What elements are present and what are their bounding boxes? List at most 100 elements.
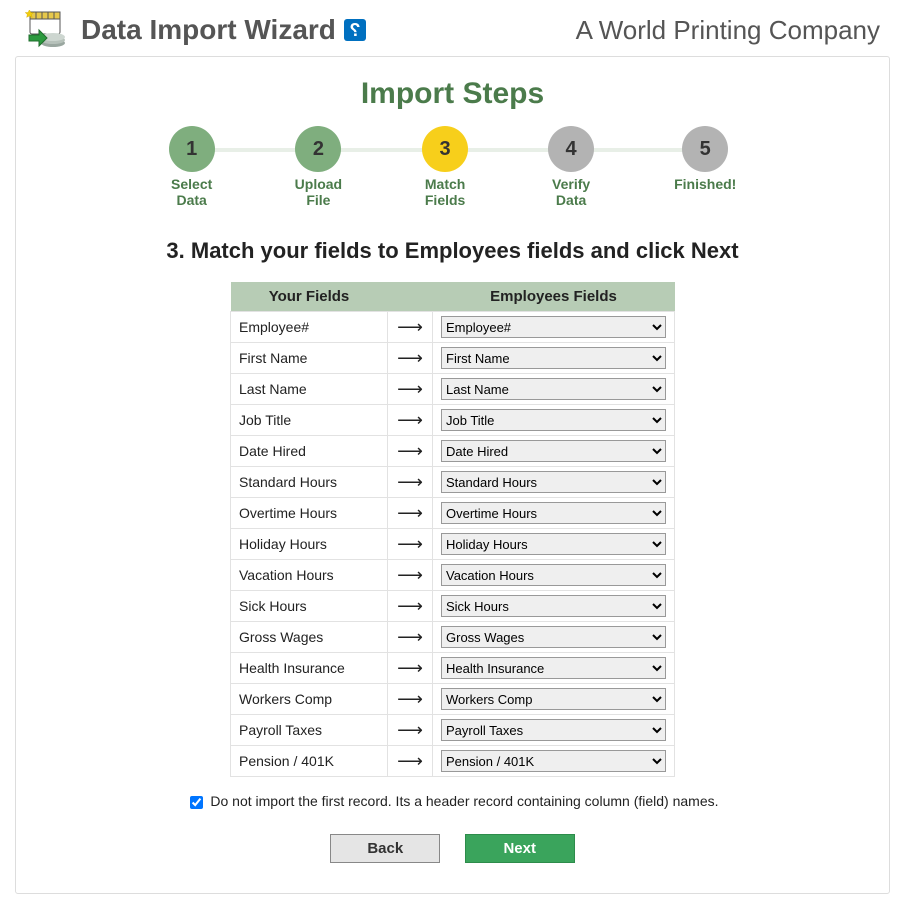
target-field-select[interactable]: First Name xyxy=(441,347,666,369)
table-row: Sick Hours⟶Sick Hours xyxy=(231,591,675,622)
your-field-cell: Standard Hours xyxy=(231,467,388,498)
target-field-cell: Sick Hours xyxy=(433,591,675,622)
your-field-cell: Overtime Hours xyxy=(231,498,388,529)
step-label: Match Fields xyxy=(422,176,468,208)
target-field-select[interactable]: Holiday Hours xyxy=(441,533,666,555)
target-field-select[interactable]: Date Hired xyxy=(441,440,666,462)
step-label: Select Data xyxy=(169,176,215,208)
steps-bar: 1 Select Data 2 Upload File 3 Match Fields 4 Ve… xyxy=(46,126,859,208)
target-field-select[interactable]: Pension / 401K xyxy=(441,750,666,772)
step-4: 4 Verify Data xyxy=(548,126,594,208)
target-field-cell: Last Name xyxy=(433,374,675,405)
target-field-select[interactable]: Gross Wages xyxy=(441,626,666,648)
target-field-select[interactable]: Sick Hours xyxy=(441,595,666,617)
target-field-select[interactable]: Job Title xyxy=(441,409,666,431)
your-field-cell: Pension / 401K xyxy=(231,746,388,777)
arrow-icon: ⟶ xyxy=(388,591,433,622)
app-title: Data Import Wizard xyxy=(81,14,336,46)
help-icon[interactable]: ? xyxy=(344,19,366,41)
target-field-cell: Job Title xyxy=(433,405,675,436)
arrow-icon: ⟶ xyxy=(388,684,433,715)
step-3: 3 Match Fields xyxy=(422,126,468,208)
your-field-cell: First Name xyxy=(231,343,388,374)
section-title: 3. Match your fields to Employees fields… xyxy=(46,238,859,264)
target-field-cell: Health Insurance xyxy=(433,653,675,684)
field-mapping-table: Your Fields Employees Fields Employee#⟶E… xyxy=(230,282,675,777)
next-button[interactable]: Next xyxy=(465,834,575,863)
steps-title: Import Steps xyxy=(46,77,859,111)
wizard-panel: Import Steps 1 Select Data 2 Upload File 3 Ma… xyxy=(15,56,890,894)
target-field-cell: Pension / 401K xyxy=(433,746,675,777)
step-circle: 2 xyxy=(295,126,341,172)
your-field-cell: Employee# xyxy=(231,312,388,343)
target-field-select[interactable]: Standard Hours xyxy=(441,471,666,493)
col-arrow-header xyxy=(388,282,433,312)
arrow-icon: ⟶ xyxy=(388,622,433,653)
step-1: 1 Select Data xyxy=(169,126,215,208)
target-field-cell: Standard Hours xyxy=(433,467,675,498)
your-field-cell: Job Title xyxy=(231,405,388,436)
step-circle: 3 xyxy=(422,126,468,172)
target-field-select[interactable]: Health Insurance xyxy=(441,657,666,679)
your-field-cell: Health Insurance xyxy=(231,653,388,684)
target-field-select[interactable]: Workers Comp xyxy=(441,688,666,710)
arrow-icon: ⟶ xyxy=(388,746,433,777)
target-field-cell: Gross Wages xyxy=(433,622,675,653)
table-row: Holiday Hours⟶Holiday Hours xyxy=(231,529,675,560)
wizard-icon xyxy=(25,10,73,50)
table-row: Pension / 401K⟶Pension / 401K xyxy=(231,746,675,777)
target-field-cell: Date Hired xyxy=(433,436,675,467)
page-header: Data Import Wizard ? A World Printing Co… xyxy=(15,10,890,56)
skip-first-label[interactable]: Do not import the first record. Its a he… xyxy=(210,793,718,809)
step-label: Upload File xyxy=(295,176,342,208)
table-row: Job Title⟶Job Title xyxy=(231,405,675,436)
col-target-header: Employees Fields xyxy=(433,282,675,312)
your-field-cell: Gross Wages xyxy=(231,622,388,653)
step-label: Verify Data xyxy=(548,176,594,208)
target-field-cell: Employee# xyxy=(433,312,675,343)
table-row: Employee#⟶Employee# xyxy=(231,312,675,343)
step-2: 2 Upload File xyxy=(295,126,342,208)
target-field-cell: Holiday Hours xyxy=(433,529,675,560)
table-row: Payroll Taxes⟶Payroll Taxes xyxy=(231,715,675,746)
target-field-select[interactable]: Vacation Hours xyxy=(441,564,666,586)
table-row: Last Name⟶Last Name xyxy=(231,374,675,405)
target-field-cell: Payroll Taxes xyxy=(433,715,675,746)
step-circle: 4 xyxy=(548,126,594,172)
table-row: Health Insurance⟶Health Insurance xyxy=(231,653,675,684)
target-field-select[interactable]: Last Name xyxy=(441,378,666,400)
target-field-cell: Overtime Hours xyxy=(433,498,675,529)
arrow-icon: ⟶ xyxy=(388,405,433,436)
your-field-cell: Holiday Hours xyxy=(231,529,388,560)
arrow-icon: ⟶ xyxy=(388,498,433,529)
company-name: A World Printing Company xyxy=(576,15,880,46)
arrow-icon: ⟶ xyxy=(388,467,433,498)
table-row: Standard Hours⟶Standard Hours xyxy=(231,467,675,498)
arrow-icon: ⟶ xyxy=(388,715,433,746)
your-field-cell: Last Name xyxy=(231,374,388,405)
table-row: Workers Comp⟶Workers Comp xyxy=(231,684,675,715)
arrow-icon: ⟶ xyxy=(388,374,433,405)
table-row: Gross Wages⟶Gross Wages xyxy=(231,622,675,653)
arrow-icon: ⟶ xyxy=(388,312,433,343)
step-5: 5Finished! xyxy=(674,126,736,208)
target-field-select[interactable]: Employee# xyxy=(441,316,666,338)
target-field-cell: First Name xyxy=(433,343,675,374)
target-field-select[interactable]: Overtime Hours xyxy=(441,502,666,524)
table-row: First Name⟶First Name xyxy=(231,343,675,374)
your-field-cell: Sick Hours xyxy=(231,591,388,622)
your-field-cell: Workers Comp xyxy=(231,684,388,715)
your-field-cell: Payroll Taxes xyxy=(231,715,388,746)
skip-first-checkbox[interactable] xyxy=(190,796,203,809)
target-field-cell: Vacation Hours xyxy=(433,560,675,591)
arrow-icon: ⟶ xyxy=(388,436,433,467)
table-row: Vacation Hours⟶Vacation Hours xyxy=(231,560,675,591)
target-field-select[interactable]: Payroll Taxes xyxy=(441,719,666,741)
skip-first-row: Do not import the first record. Its a he… xyxy=(46,793,859,812)
step-circle: 1 xyxy=(169,126,215,172)
table-row: Overtime Hours⟶Overtime Hours xyxy=(231,498,675,529)
arrow-icon: ⟶ xyxy=(388,343,433,374)
back-button[interactable]: Back xyxy=(330,834,440,863)
your-field-cell: Vacation Hours xyxy=(231,560,388,591)
step-circle: 5 xyxy=(682,126,728,172)
